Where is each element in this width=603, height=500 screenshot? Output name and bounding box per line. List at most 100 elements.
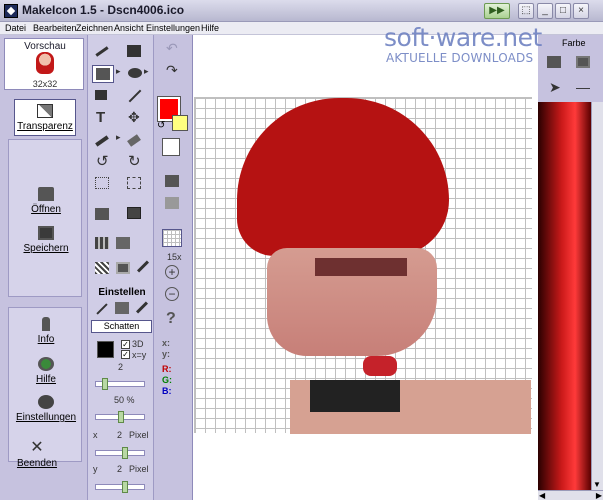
- effect-1-tool[interactable]: [93, 235, 113, 253]
- beenden-label: Beenden: [16, 458, 58, 469]
- pixel-canvas[interactable]: [194, 97, 532, 434]
- menu-bearbeiten[interactable]: Bearbeiten: [33, 22, 77, 35]
- resize-tool[interactable]: [125, 175, 145, 193]
- checkbox-3d[interactable]: ✓: [121, 340, 130, 349]
- extras-icon[interactable]: ▶▶: [484, 3, 510, 19]
- y-label: y: [93, 464, 98, 474]
- menu-datei[interactable]: Datei: [5, 22, 26, 35]
- move-tool[interactable]: ✥: [125, 109, 145, 127]
- scroll-left-icon[interactable]: ◀: [539, 491, 545, 500]
- shadow-wand-tool[interactable]: [133, 300, 153, 318]
- rgb-g-label: G:: [162, 375, 172, 385]
- secondary-color-swatch[interactable]: [172, 115, 188, 131]
- opacity-slider[interactable]: [95, 411, 145, 423]
- picker-more-icon[interactable]: ▸: [116, 132, 121, 143]
- spray-icon: [95, 90, 107, 100]
- extra-window-icon[interactable]: ⬚: [518, 3, 534, 19]
- transparenz-button[interactable]: Transparenz: [14, 99, 76, 136]
- checkbox-xy[interactable]: ✓: [121, 350, 130, 359]
- pencil-tool[interactable]: [93, 43, 113, 61]
- preview-size: 32x32: [32, 79, 58, 89]
- select-tool[interactable]: [93, 175, 113, 193]
- close-icon[interactable]: ×: [573, 3, 589, 19]
- effect-5-tool[interactable]: [134, 260, 154, 278]
- oeffnen-button[interactable]: Öffnen: [9, 187, 83, 215]
- zoom-out-icon[interactable]: −: [165, 287, 179, 301]
- palette-pick-icon[interactable]: ➤: [549, 79, 561, 96]
- import-image-tool[interactable]: [125, 205, 145, 223]
- text-tool[interactable]: T: [93, 109, 113, 127]
- rectangle-icon: [96, 68, 110, 80]
- x-label: x: [93, 430, 98, 440]
- title-bar: MakeIcon 1.5 - Dscn4006.ico ▶▶ ⬚ _ □ ×: [0, 0, 603, 22]
- rotate-left-tool[interactable]: ↺: [93, 153, 113, 171]
- grid-toggle-button[interactable]: [162, 229, 182, 247]
- speichern-label: Speichern: [23, 243, 69, 254]
- effect-3-tool[interactable]: [93, 260, 113, 278]
- select-icon: [95, 177, 109, 189]
- help-question-icon[interactable]: ?: [166, 310, 176, 328]
- schatten-button[interactable]: Schatten: [91, 320, 152, 333]
- palette-save-tool[interactable]: [574, 54, 594, 72]
- ellipse-more-icon[interactable]: ▸: [144, 66, 149, 77]
- menu-einstellungen[interactable]: Einstellungen: [146, 22, 200, 35]
- beenden-button[interactable]: ✕ Beenden: [0, 439, 74, 470]
- spray-tool[interactable]: [93, 87, 113, 105]
- hilfe-button[interactable]: Hilfe: [9, 357, 83, 385]
- rectangle-tool[interactable]: [92, 65, 114, 83]
- undo-icon[interactable]: ↶: [166, 40, 178, 57]
- zoom-in-icon[interactable]: +: [165, 265, 179, 279]
- copy-tool[interactable]: [163, 173, 183, 191]
- picker-tool[interactable]: [93, 131, 113, 149]
- shadow-value: 2: [118, 362, 124, 372]
- palette-scrollbar[interactable]: ▼: [591, 102, 603, 490]
- shadow-size-slider[interactable]: [95, 378, 145, 390]
- open-file-tool[interactable]: [93, 205, 113, 223]
- redo-icon[interactable]: ↷: [166, 62, 178, 79]
- rectangle-more-icon[interactable]: ▸: [116, 66, 121, 77]
- menu-zeichnen[interactable]: Zeichnen: [76, 22, 113, 35]
- text-icon: T: [96, 109, 106, 126]
- rotate-right-tool[interactable]: ↻: [125, 153, 145, 171]
- x-offset-slider[interactable]: [95, 447, 145, 459]
- palette-line-icon[interactable]: —: [576, 79, 590, 95]
- einstellungen-button[interactable]: Einstellungen: [9, 395, 83, 423]
- save-icon: [38, 226, 54, 240]
- eraser-tool[interactable]: [125, 131, 145, 149]
- shadow-fill-tool[interactable]: [113, 300, 133, 318]
- pencil-icon: [95, 46, 109, 57]
- fill-tool[interactable]: [125, 43, 145, 61]
- palette-hscrollbar[interactable]: ◀ ▶: [538, 490, 603, 500]
- effect-4-tool[interactable]: [114, 260, 134, 278]
- ellipse-tool[interactable]: [125, 65, 145, 83]
- slider-thumb[interactable]: [118, 411, 124, 423]
- menu-hilfe[interactable]: Hilfe: [201, 22, 219, 35]
- slider-thumb[interactable]: [102, 378, 108, 390]
- maximize-icon[interactable]: □: [555, 3, 571, 19]
- x-unit: Pixel: [129, 430, 149, 440]
- portrait-icon: [127, 207, 141, 219]
- minimize-icon[interactable]: _: [537, 3, 553, 19]
- paste-icon: [165, 197, 179, 209]
- shadow-color-swatch[interactable]: [97, 341, 114, 358]
- slider-thumb[interactable]: [122, 481, 128, 493]
- background-color-swatch[interactable]: [162, 138, 180, 156]
- scroll-down-icon[interactable]: ▼: [593, 480, 601, 489]
- scroll-right-icon[interactable]: ▶: [596, 491, 602, 500]
- speichern-button[interactable]: Speichern: [9, 226, 83, 254]
- shadow-line-tool[interactable]: [93, 300, 113, 318]
- slider-thumb[interactable]: [122, 447, 128, 459]
- paste-tool[interactable]: [163, 195, 183, 213]
- y-offset-slider[interactable]: [95, 481, 145, 493]
- exit-icon: ✕: [30, 439, 44, 456]
- preview-title: Vorschau: [24, 41, 66, 52]
- swap-colors-icon[interactable]: ↺: [157, 120, 165, 131]
- copy-icon: [165, 175, 179, 187]
- line-tool[interactable]: [125, 87, 145, 105]
- info-button[interactable]: Info: [9, 317, 83, 345]
- palette-gradient[interactable]: [538, 102, 591, 490]
- watermark-tagline: AKTUELLE DOWNLOADS: [386, 51, 534, 65]
- effect-2-tool[interactable]: [114, 235, 134, 253]
- menu-ansicht[interactable]: Ansicht: [114, 22, 144, 35]
- palette-open-tool[interactable]: [545, 54, 565, 72]
